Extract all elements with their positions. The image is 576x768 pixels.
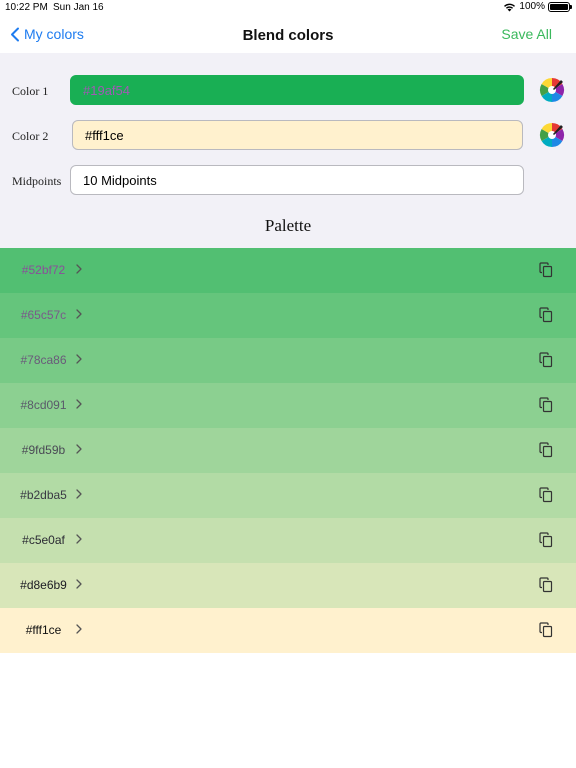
chevron-right-icon <box>76 624 82 634</box>
copy-icon[interactable] <box>539 352 553 368</box>
palette-row[interactable]: #52bf72 <box>0 248 576 293</box>
palette-title: Palette <box>264 216 312 235</box>
chevron-right-icon <box>76 264 82 274</box>
chevron-right-icon <box>76 579 82 589</box>
chevron-right-icon <box>76 354 82 364</box>
midpoints-row: Midpoints <box>0 165 576 197</box>
color1-label: Color 1 <box>12 84 49 98</box>
palette-list: #52bf72 #65c57c #78ca86 #8cd091 #9fd59b #b2db… <box>0 248 576 653</box>
battery-percent: 100% <box>519 1 545 12</box>
copy-icon[interactable] <box>539 622 553 638</box>
page-title: Blend colors <box>242 27 334 44</box>
palette-row[interactable]: #c5e0af <box>0 518 576 563</box>
palette-row[interactable]: #8cd091 <box>0 383 576 428</box>
chevron-right-icon <box>76 489 82 499</box>
status-indicators: 100% <box>503 1 572 12</box>
chevron-right-icon <box>76 444 82 454</box>
battery-icon <box>548 1 572 12</box>
palette-row[interactable]: #65c57c <box>0 293 576 338</box>
copy-icon[interactable] <box>539 262 553 278</box>
palette-row[interactable]: #78ca86 <box>0 338 576 383</box>
color2-row: Color 2 <box>0 120 576 152</box>
color1-input[interactable] <box>70 75 524 105</box>
copy-icon[interactable] <box>539 397 553 413</box>
palette-row[interactable]: #b2dba5 <box>0 473 576 518</box>
copy-icon[interactable] <box>539 487 553 503</box>
color2-label: Color 2 <box>12 129 49 143</box>
color-picker-icon[interactable] <box>539 122 565 148</box>
nav-bar: My colors Blend colors Save All <box>0 16 576 53</box>
palette-row[interactable]: #fff1ce <box>0 608 576 653</box>
copy-icon[interactable] <box>539 532 553 548</box>
color2-input[interactable] <box>72 120 523 150</box>
wifi-icon <box>504 3 516 11</box>
save-all-button[interactable]: Save All <box>501 26 552 42</box>
status-time: 10:22 PM <box>5 2 48 13</box>
midpoints-label: Midpoints <box>12 174 62 188</box>
copy-icon[interactable] <box>539 442 553 458</box>
chevron-right-icon <box>76 534 82 544</box>
palette-row[interactable]: #9fd59b <box>0 428 576 473</box>
status-date: Sun Jan 16 <box>53 2 104 13</box>
midpoints-input[interactable] <box>70 165 524 195</box>
copy-icon[interactable] <box>539 577 553 593</box>
chevron-right-icon <box>76 309 82 319</box>
chevron-right-icon <box>76 399 82 409</box>
color1-row: Color 1 <box>0 75 576 107</box>
color-picker-icon[interactable] <box>539 77 565 103</box>
palette-row[interactable]: #d8e6b9 <box>0 563 576 608</box>
copy-icon[interactable] <box>539 307 553 323</box>
status-bar: 10:22 PM Sun Jan 16 100% <box>0 0 576 16</box>
